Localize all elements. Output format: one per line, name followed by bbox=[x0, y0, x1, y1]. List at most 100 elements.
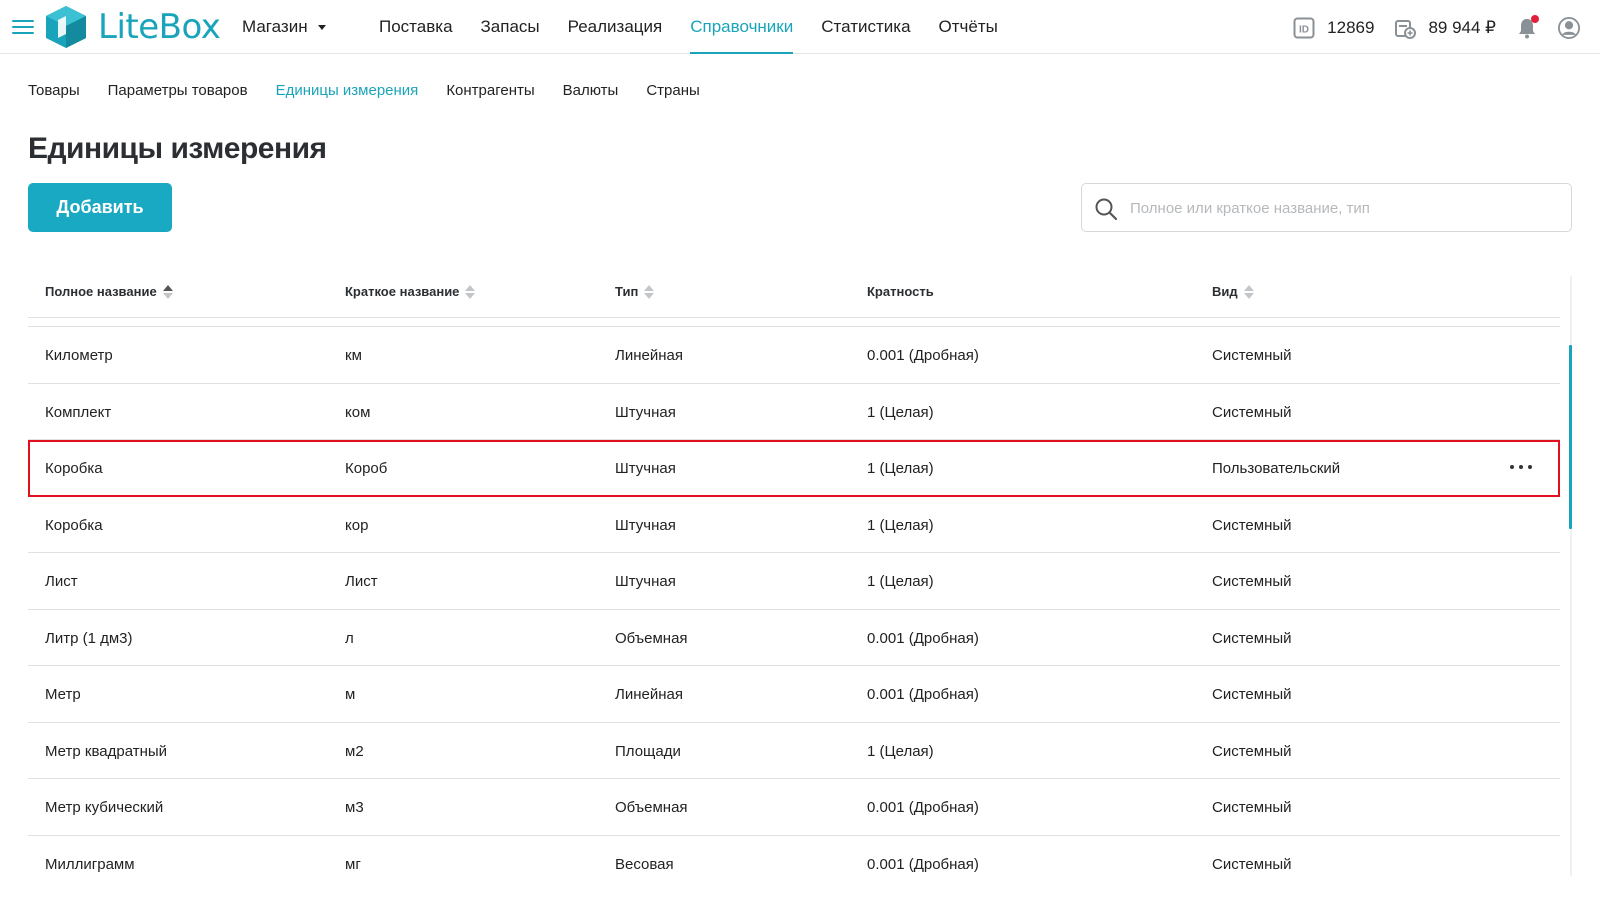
cell-multiplicity: 1 (Целая) bbox=[867, 573, 934, 590]
cell-kind: Системный bbox=[1212, 347, 1292, 364]
cell-full-name: Метр квадратный bbox=[45, 742, 168, 760]
nav-item-references[interactable]: Справочники bbox=[690, 0, 794, 54]
table-row[interactable]: Метр кубический м3 Объемная 0.001 (Дробная)… bbox=[28, 779, 1560, 836]
cell-full-name: Коробка bbox=[45, 460, 103, 477]
top-bar: LiteBox Магазин Поставка Запасы Реализац… bbox=[0, 0, 1600, 54]
cell-multiplicity: 1 (Целая) bbox=[867, 460, 934, 477]
menu-icon[interactable] bbox=[12, 20, 34, 34]
column-header-kind[interactable]: Вид bbox=[1212, 284, 1254, 299]
cell-short-name: км bbox=[345, 347, 362, 364]
logo-text: LiteBox bbox=[98, 7, 221, 47]
cell-full-name: Метр кубический bbox=[45, 799, 164, 816]
cell-full-name: Километр bbox=[45, 347, 113, 364]
cell-multiplicity: 1 (Целая) bbox=[867, 403, 934, 421]
scrollbar-thumb[interactable] bbox=[1569, 345, 1572, 529]
cell-kind: Пользовательский bbox=[1212, 460, 1341, 477]
cell-full-name: Литр (1 дм3) bbox=[45, 629, 133, 647]
sub-nav: Товары Параметры товаров Единицы измерен… bbox=[28, 82, 728, 99]
column-header-label: Кратность bbox=[867, 284, 934, 299]
user-icon[interactable] bbox=[1558, 17, 1580, 39]
table-row[interactable]: Коробка Короб Штучная 1 (Целая) Пользователь… bbox=[28, 440, 1560, 497]
cell-short-name: м3 bbox=[345, 799, 364, 816]
nav-item-sales[interactable]: Реализация bbox=[568, 0, 663, 54]
cell-multiplicity: 1 (Целая) bbox=[867, 742, 934, 760]
cell-kind: Системный bbox=[1212, 573, 1292, 590]
subnav-item-counterparties[interactable]: Контрагенты bbox=[446, 82, 534, 99]
cell-full-name: Комплект bbox=[45, 403, 112, 421]
page-title: Единицы измерения bbox=[28, 132, 327, 165]
wallet-icon[interactable] bbox=[1394, 17, 1417, 39]
cell-kind: Системный bbox=[1212, 403, 1292, 421]
cell-type: Линейная bbox=[615, 686, 683, 703]
table-row[interactable]: Лист Лист Штучная 1 (Целая) Системный bbox=[28, 553, 1560, 610]
cell-full-name: Лист bbox=[45, 573, 78, 590]
subnav-item-goods-params[interactable]: Параметры товаров bbox=[108, 82, 248, 99]
column-header-label: Краткое название bbox=[345, 284, 460, 299]
table-top-spacer bbox=[28, 320, 1560, 327]
cell-short-name: Короб bbox=[345, 460, 388, 477]
add-button[interactable]: Добавить bbox=[28, 183, 172, 232]
cell-full-name: Метр bbox=[45, 686, 81, 703]
store-selector[interactable]: Магазин bbox=[242, 17, 326, 37]
store-label: Магазин bbox=[242, 17, 308, 36]
cell-kind: Системный bbox=[1212, 742, 1292, 760]
cell-multiplicity: 0.001 (Дробная) bbox=[867, 686, 979, 703]
cell-multiplicity: 0.001 (Дробная) bbox=[867, 629, 979, 647]
main-nav: Поставка Запасы Реализация Справочники С… bbox=[379, 0, 1026, 54]
notification-dot bbox=[1531, 15, 1539, 23]
column-header-full-name[interactable]: Полное название bbox=[45, 284, 173, 299]
subnav-item-units[interactable]: Единицы измерения bbox=[276, 82, 419, 99]
account-area: ID 12869 89 944 ₽ bbox=[1293, 14, 1580, 42]
table-row[interactable]: Метр м Линейная 0.001 (Дробная) Системный bbox=[28, 666, 1560, 723]
table-row[interactable]: Коробка кор Штучная 1 (Целая) Системный bbox=[28, 497, 1560, 553]
subnav-item-goods[interactable]: Товары bbox=[28, 82, 80, 99]
subnav-item-countries[interactable]: Страны bbox=[646, 82, 699, 99]
cell-multiplicity: 0.001 (Дробная) bbox=[867, 347, 979, 364]
search-input[interactable] bbox=[1130, 194, 1560, 222]
subnav-item-currencies[interactable]: Валюты bbox=[563, 82, 619, 99]
search-icon bbox=[1094, 197, 1118, 226]
more-options-icon[interactable] bbox=[1510, 460, 1532, 474]
cell-kind: Системный bbox=[1212, 516, 1292, 534]
table-row[interactable]: Комплект ком Штучная 1 (Целая) Системный bbox=[28, 384, 1560, 440]
table-row[interactable]: Литр (1 дм3) л Объемная 0.001 (Дробная) Сист… bbox=[28, 610, 1560, 666]
column-header-short-name[interactable]: Краткое название bbox=[345, 284, 476, 299]
cell-multiplicity: 0.001 (Дробная) bbox=[867, 855, 979, 873]
sort-icon bbox=[162, 284, 173, 299]
cell-type: Штучная bbox=[615, 516, 676, 534]
sort-icon bbox=[465, 284, 476, 299]
cell-short-name: Лист bbox=[345, 573, 378, 590]
nav-item-reports[interactable]: Отчёты bbox=[939, 0, 998, 54]
sort-icon bbox=[644, 284, 655, 299]
nav-item-stock[interactable]: Запасы bbox=[481, 0, 540, 54]
cell-kind: Системный bbox=[1212, 855, 1292, 873]
cell-multiplicity: 0.001 (Дробная) bbox=[867, 799, 979, 816]
table-row[interactable]: Километр км Линейная 0.001 (Дробная) Системн… bbox=[28, 327, 1560, 384]
chevron-down-icon bbox=[317, 24, 326, 30]
cell-kind: Системный bbox=[1212, 629, 1292, 647]
cell-short-name: кор bbox=[345, 516, 369, 534]
balance: 89 944 ₽ bbox=[1428, 18, 1496, 37]
nav-item-supply[interactable]: Поставка bbox=[379, 0, 453, 54]
id-icon: ID bbox=[1293, 17, 1315, 39]
svg-text:ID: ID bbox=[1299, 25, 1309, 36]
bell-icon[interactable] bbox=[1516, 15, 1539, 39]
table-row[interactable]: Миллиграмм мг Весовая 0.001 (Дробная) Систем… bbox=[28, 836, 1560, 877]
cell-full-name: Коробка bbox=[45, 516, 103, 534]
nav-item-statistics[interactable]: Статистика bbox=[821, 0, 910, 54]
cell-short-name: м bbox=[345, 686, 356, 703]
logo[interactable]: LiteBox bbox=[44, 4, 221, 50]
account-id: 12869 bbox=[1327, 18, 1375, 37]
cell-full-name: Миллиграмм bbox=[45, 855, 135, 873]
cell-short-name: ком bbox=[345, 403, 371, 421]
cell-type: Объемная bbox=[615, 629, 688, 647]
cell-type: Весовая bbox=[615, 855, 674, 873]
cell-type: Штучная bbox=[615, 403, 676, 421]
units-table: Полное название Краткое название Тип Кра… bbox=[28, 264, 1560, 876]
cell-type: Линейная bbox=[615, 347, 683, 364]
column-header-type[interactable]: Тип bbox=[615, 284, 655, 299]
cell-type: Площади bbox=[615, 742, 681, 760]
cell-kind: Системный bbox=[1212, 686, 1292, 703]
cell-kind: Системный bbox=[1212, 799, 1292, 816]
table-row[interactable]: Метр квадратный м2 Площади 1 (Целая) Системн… bbox=[28, 723, 1560, 779]
